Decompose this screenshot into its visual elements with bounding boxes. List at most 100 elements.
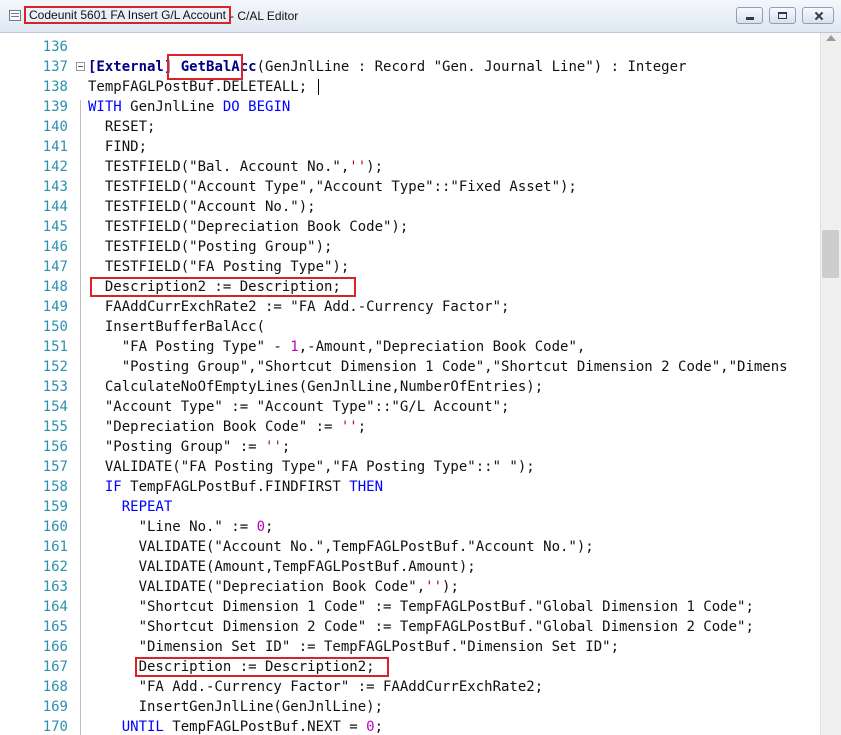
- code-token: REPEAT: [121, 499, 173, 515]
- code-token: GenJnlLine: [121, 99, 223, 115]
- vertical-scrollbar[interactable]: [820, 33, 841, 735]
- code-token: "Shortcut Dimension 1 Code" := TempFAGLP…: [88, 599, 754, 615]
- line-number: 152: [42, 359, 68, 375]
- line-number: 163: [42, 579, 68, 595]
- code-text: "FA Add.-Currency Factor" := FAAddCurrEx…: [88, 677, 544, 697]
- code-token: '': [425, 579, 443, 595]
- code-text: [External] GetBalAcc(GenJnlLine : Record…: [88, 57, 686, 77]
- line-number: 162: [42, 559, 68, 575]
- code-line[interactable]: 160 "Line No." := 0;: [0, 517, 820, 537]
- code-token: TESTFIELD("Bal. Account No.",: [88, 159, 350, 175]
- code-token: 0: [366, 719, 375, 735]
- code-line[interactable]: 156 "Posting Group" := '';: [0, 437, 820, 457]
- code-text: TempFAGLPostBuf.DELETEALL;: [88, 77, 307, 97]
- code-line[interactable]: 146 TESTFIELD("Posting Group");: [0, 237, 820, 257]
- line-number: 149: [42, 299, 68, 315]
- code-token: '': [349, 159, 367, 175]
- code-text: TESTFIELD("FA Posting Type");: [88, 257, 349, 277]
- code-line[interactable]: 139 WITH GenJnlLine DO BEGIN: [0, 97, 820, 117]
- line-number: 161: [42, 539, 68, 555]
- line-number: 142: [42, 159, 68, 175]
- code-line[interactable]: 136: [0, 37, 820, 57]
- code-line[interactable]: 137 [External] GetBalAcc(GenJnlLine : Rec…: [0, 54, 820, 80]
- code-text: "Depreciation Book Code" := '';: [88, 417, 366, 437]
- code-line[interactable]: 154 "Account Type" := "Account Type"::"G…: [0, 397, 820, 417]
- code-line[interactable]: 157 VALIDATE("FA Posting Type","FA Posti…: [0, 457, 820, 477]
- line-number: 169: [42, 699, 68, 715]
- code-text: "Line No." := 0;: [88, 517, 274, 537]
- line-number: 144: [42, 199, 68, 215]
- close-button[interactable]: [802, 7, 834, 24]
- code-token: Description := Description2;: [88, 659, 375, 675]
- line-number: 159: [42, 499, 68, 515]
- code-line[interactable]: 161 VALIDATE("Account No.",TempFAGLPostB…: [0, 537, 820, 557]
- code-text: FAAddCurrExchRate2 := "FA Add.-Currency …: [88, 297, 510, 317]
- code-text: "Account Type" := "Account Type"::"G/L A…: [88, 397, 510, 417]
- line-number: 157: [42, 459, 68, 475]
- code-text: "Posting Group" := '';: [88, 437, 290, 457]
- code-line[interactable]: 165 "Shortcut Dimension 2 Code" := TempF…: [0, 617, 820, 637]
- code-token: TESTFIELD("FA Posting Type");: [88, 259, 350, 275]
- code-token: ;: [281, 439, 291, 455]
- line-number: 145: [42, 219, 68, 235]
- code-token: WITH: [88, 99, 122, 115]
- scroll-up-arrow-icon[interactable]: [826, 35, 836, 41]
- code-token: VALIDATE("FA Posting Type","FA Posting T…: [88, 459, 535, 475]
- code-text: TESTFIELD("Bal. Account No.",'');: [88, 157, 383, 177]
- code-line[interactable]: 142 TESTFIELD("Bal. Account No.",'');: [0, 157, 820, 177]
- code-token: );: [442, 579, 459, 595]
- collapse-icon[interactable]: [76, 62, 85, 71]
- code-token: InsertBufferBalAcc(: [88, 319, 266, 335]
- code-line[interactable]: 141 FIND;: [0, 137, 820, 157]
- code-line[interactable]: 143 TESTFIELD("Account Type","Account Ty…: [0, 177, 820, 197]
- code-line[interactable]: 149 FAAddCurrExchRate2 := "FA Add.-Curre…: [0, 297, 820, 317]
- line-number: 151: [42, 339, 68, 355]
- code-line[interactable]: 145 TESTFIELD("Depreciation Book Code");: [0, 217, 820, 237]
- code-token: TESTFIELD("Account Type","Account Type":…: [88, 179, 577, 195]
- code-line[interactable]: 152 "Posting Group","Shortcut Dimension …: [0, 357, 820, 377]
- code-text: "Dimension Set ID" := TempFAGLPostBuf."D…: [88, 637, 619, 657]
- code-line[interactable]: 163 VALIDATE("Depreciation Book Code",''…: [0, 577, 820, 597]
- code-line[interactable]: 155 "Depreciation Book Code" := '';: [0, 417, 820, 437]
- code-token: "Dimension Set ID" := TempFAGLPostBuf."D…: [88, 639, 620, 655]
- line-number: 156: [42, 439, 68, 455]
- code-token: "FA Add.-Currency Factor" := FAAddCurrEx…: [88, 679, 544, 695]
- code-text: UNTIL TempFAGLPostBuf.NEXT = 0;: [88, 717, 383, 735]
- code-text: WITH GenJnlLine DO BEGIN: [88, 97, 290, 117]
- code-token: "Depreciation Book Code" :=: [88, 419, 341, 435]
- code-text: TESTFIELD("Account Type","Account Type":…: [88, 177, 577, 197]
- code-line[interactable]: 164 "Shortcut Dimension 1 Code" := TempF…: [0, 597, 820, 617]
- code-line[interactable]: 144 TESTFIELD("Account No.");: [0, 197, 820, 217]
- code-token: "Posting Group","Shortcut Dimension 1 Co…: [88, 359, 788, 375]
- code-line[interactable]: 151 "FA Posting Type" - 1,-Amount,"Depre…: [0, 337, 820, 357]
- code-line[interactable]: 150 InsertBufferBalAcc(: [0, 317, 820, 337]
- minimize-button[interactable]: [736, 7, 763, 24]
- code-line[interactable]: 148 Description2 := Description;: [0, 277, 820, 297]
- code-line[interactable]: 153 CalculateNoOfEmptyLines(GenJnlLine,N…: [0, 377, 820, 397]
- code-token: '': [340, 419, 358, 435]
- code-line[interactable]: 140 RESET;: [0, 117, 820, 137]
- code-line[interactable]: 167 Description := Description2;: [0, 657, 820, 677]
- code-line[interactable]: 147 TESTFIELD("FA Posting Type");: [0, 257, 820, 277]
- line-number: 137: [42, 59, 68, 75]
- line-number: 170: [42, 719, 68, 735]
- line-number: 160: [42, 519, 68, 535]
- code-token: "Account Type" := "Account Type"::"G/L A…: [88, 399, 510, 415]
- code-line[interactable]: 170 UNTIL TempFAGLPostBuf.NEXT = 0;: [0, 717, 820, 735]
- code-text: VALIDATE(Amount,TempFAGLPostBuf.Amount);: [88, 557, 476, 577]
- code-editor[interactable]: 136 137 [External] GetBalAcc(GenJnlLine : …: [0, 33, 820, 735]
- line-number: 168: [42, 679, 68, 695]
- line-number: 136: [42, 39, 68, 55]
- code-line[interactable]: 138 TempFAGLPostBuf.DELETEALL;: [0, 77, 820, 97]
- scrollbar-thumb[interactable]: [822, 230, 839, 278]
- code-line[interactable]: 159 REPEAT: [0, 497, 820, 517]
- code-line[interactable]: 168 "FA Add.-Currency Factor" := FAAddCu…: [0, 677, 820, 697]
- line-number: 139: [42, 99, 68, 115]
- code-line[interactable]: 158 IF TempFAGLPostBuf.FINDFIRST THEN: [0, 477, 820, 497]
- maximize-button[interactable]: [769, 7, 796, 24]
- code-line[interactable]: 169 InsertGenJnlLine(GenJnlLine);: [0, 697, 820, 717]
- code-token: FIND;: [88, 139, 148, 155]
- code-line[interactable]: 162 VALIDATE(Amount,TempFAGLPostBuf.Amou…: [0, 557, 820, 577]
- code-line[interactable]: 166 "Dimension Set ID" := TempFAGLPostBu…: [0, 637, 820, 657]
